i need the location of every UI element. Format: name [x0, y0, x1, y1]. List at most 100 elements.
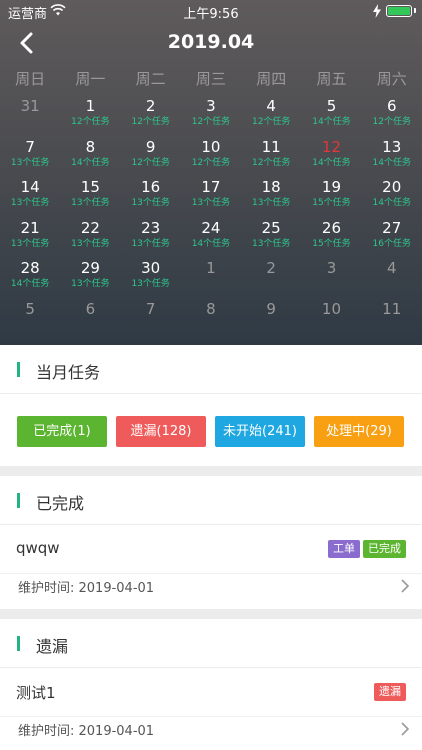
- calendar-day-cell[interactable]: 4 12个任务: [241, 96, 301, 137]
- day-number: 24: [201, 218, 221, 237]
- calendar-day-cell[interactable]: 18 13个任务: [241, 177, 301, 218]
- calendar-day-cell[interactable]: 1: [181, 258, 241, 299]
- day-number: 3: [326, 259, 337, 277]
- calendar-day-cell[interactable]: 6 12个任务: [362, 96, 422, 137]
- calendar-day-cell[interactable]: 6: [60, 299, 120, 340]
- calendar-day-cell[interactable]: 16 13个任务: [121, 177, 181, 218]
- day-number: 8: [206, 299, 216, 318]
- completed-task-meta[interactable]: 维护时间: 2019-04-01: [0, 567, 422, 607]
- day-task-count: 12个任务: [372, 117, 411, 127]
- chevron-right-icon[interactable]: [400, 578, 410, 594]
- day-number: 10: [201, 137, 221, 156]
- day-number: 10: [321, 299, 341, 318]
- not-started-filter-button[interactable]: 未开始(241): [215, 416, 305, 447]
- calendar-day-cell[interactable]: 3 12个任务: [181, 96, 241, 137]
- day-number: 13: [382, 137, 402, 156]
- day-number: 17: [201, 178, 221, 196]
- calendar-day-cell[interactable]: 11: [362, 299, 422, 340]
- calendar-day-cell[interactable]: 15 13个任务: [60, 177, 120, 218]
- in-progress-filter-button[interactable]: 处理中(29): [314, 416, 404, 447]
- calendar-day-cell[interactable]: 7: [121, 299, 181, 340]
- calendar-day-cell[interactable]: 5 14个任务: [301, 96, 361, 137]
- day-task-count: 14个任务: [312, 117, 351, 127]
- completed-section-title: 已完成: [36, 494, 85, 513]
- day-task-count: 13个任务: [131, 198, 170, 208]
- day-task-count: 14个任务: [372, 157, 411, 168]
- day-task-count: 12个任务: [191, 157, 231, 168]
- weekday-label: 周五: [316, 70, 347, 88]
- day-task-count: 12个任务: [71, 117, 110, 127]
- missed-task-meta[interactable]: 维护时间: 2019-04-01: [0, 710, 422, 750]
- calendar-day-cell[interactable]: 8 14个任务: [60, 137, 120, 178]
- calendar-day-cell[interactable]: 14 13个任务: [0, 177, 60, 218]
- maintenance-time: 维护时间: 2019-04-01: [18, 581, 155, 596]
- month-tasks-header: 当月任务: [0, 345, 422, 394]
- day-task-count: 13个任务: [10, 157, 50, 168]
- status-bar: 运营商 上午9:56: [0, 0, 422, 22]
- status-badge: 已完成: [363, 540, 406, 558]
- weekday-label: 周六: [376, 70, 407, 88]
- calendar-day-cell[interactable]: 29 13个任务: [60, 258, 120, 299]
- calendar-day-cell[interactable]: 3: [301, 258, 361, 299]
- month-tasks-title: 当月任务: [36, 363, 101, 382]
- day-number: 15: [80, 178, 100, 196]
- calendar-day-cell[interactable]: 4: [362, 258, 422, 299]
- calendar-day-cell[interactable]: 5: [0, 299, 60, 340]
- calendar-day-cell[interactable]: 21 13个任务: [0, 218, 60, 259]
- day-number: 27: [382, 218, 402, 237]
- calendar-header-area: 运营商 上午9:56 2019.04 周日 周一 周二 周三 周四 周五 周六 31 1 12个…: [0, 0, 422, 345]
- calendar-day-cell[interactable]: 10: [301, 299, 361, 340]
- calendar-day-cell[interactable]: 13 14个任务: [362, 137, 422, 178]
- calendar-day-cell[interactable]: 31: [0, 96, 60, 137]
- calendar-day-cell[interactable]: 23 13个任务: [121, 218, 181, 259]
- calendar-day-cell[interactable]: 8: [181, 299, 241, 340]
- day-number: 30: [141, 259, 161, 277]
- completed-filter-button[interactable]: 已完成(1): [17, 416, 107, 447]
- calendar-day-cell[interactable]: 1 12个任务: [60, 96, 120, 137]
- calendar-day-cell[interactable]: 24 14个任务: [181, 218, 241, 259]
- day-task-count: 13个任务: [251, 198, 291, 208]
- day-number: 29: [80, 259, 100, 277]
- calendar-week-row: 5 6 7 8 9 10 11: [0, 299, 422, 340]
- day-task-count: 15个任务: [312, 198, 351, 208]
- completed-section-header: 已完成: [0, 476, 422, 525]
- calendar-day-cell[interactable]: 30 13个任务: [121, 258, 181, 299]
- calendar-day-cell[interactable]: 28 14个任务: [0, 258, 60, 299]
- calendar-day-cell[interactable]: 11 12个任务: [241, 137, 301, 178]
- calendar-day-cell[interactable]: 10 12个任务: [181, 137, 241, 178]
- section-accent-bar: [17, 636, 20, 651]
- completed-section: 已完成 qwqw 工单 已完成 维护时间: 2019-04-01: [0, 476, 422, 596]
- calendar-week-row: 14 13个任务 15 13个任务 16 13个任务 17 13个任务 18 13个任务 19 15个…: [0, 177, 422, 218]
- calendar-day-cell[interactable]: 9: [241, 299, 301, 340]
- calendar-grid: 31 1 12个任务 2 12个任务 3 12个任务 4 12个任务 5 14个任务 6 12个任务 7 1…: [0, 96, 422, 339]
- missed-filter-button[interactable]: 遗漏(128): [116, 416, 206, 447]
- day-task-count: 15个任务: [312, 238, 351, 249]
- calendar-day-cell[interactable]: 17 13个任务: [181, 177, 241, 218]
- calendar-day-cell[interactable]: 7 13个任务: [0, 137, 60, 178]
- day-task-count: 13个任务: [251, 238, 291, 249]
- calendar-day-cell[interactable]: 2: [241, 258, 301, 299]
- battery-tip: [414, 8, 416, 13]
- calendar-day-cell[interactable]: 20 14个任务: [362, 177, 422, 218]
- day-task-count: 13个任务: [10, 198, 50, 208]
- chevron-right-icon[interactable]: [400, 721, 410, 737]
- status-badge: 遗漏: [374, 683, 406, 701]
- calendar-day-cell[interactable]: 9 12个任务: [121, 137, 181, 178]
- calendar-day-cell[interactable]: 22 13个任务: [60, 218, 120, 259]
- calendar-day-cell[interactable]: 12 14个任务: [301, 137, 361, 178]
- day-task-count: 13个任务: [131, 279, 170, 289]
- calendar-day-cell[interactable]: 2 12个任务: [121, 96, 181, 137]
- calendar-day-cell[interactable]: 26 15个任务: [301, 218, 361, 259]
- day-number: 9: [145, 137, 156, 156]
- day-task-count: 14个任务: [191, 238, 231, 249]
- missed-section: 遗漏 测试1 遗漏 维护时间: 2019-04-01: [0, 619, 422, 739]
- day-number: 4: [386, 259, 397, 277]
- calendar-day-cell[interactable]: 19 15个任务: [301, 177, 361, 218]
- task-name: qwqw: [16, 539, 60, 557]
- charging-icon: [373, 4, 381, 18]
- calendar-day-cell[interactable]: 25 13个任务: [241, 218, 301, 259]
- day-number: 19: [321, 178, 341, 196]
- day-task-count: 14个任务: [10, 279, 50, 289]
- day-number: 5: [326, 97, 337, 115]
- calendar-day-cell[interactable]: 27 16个任务: [362, 218, 422, 259]
